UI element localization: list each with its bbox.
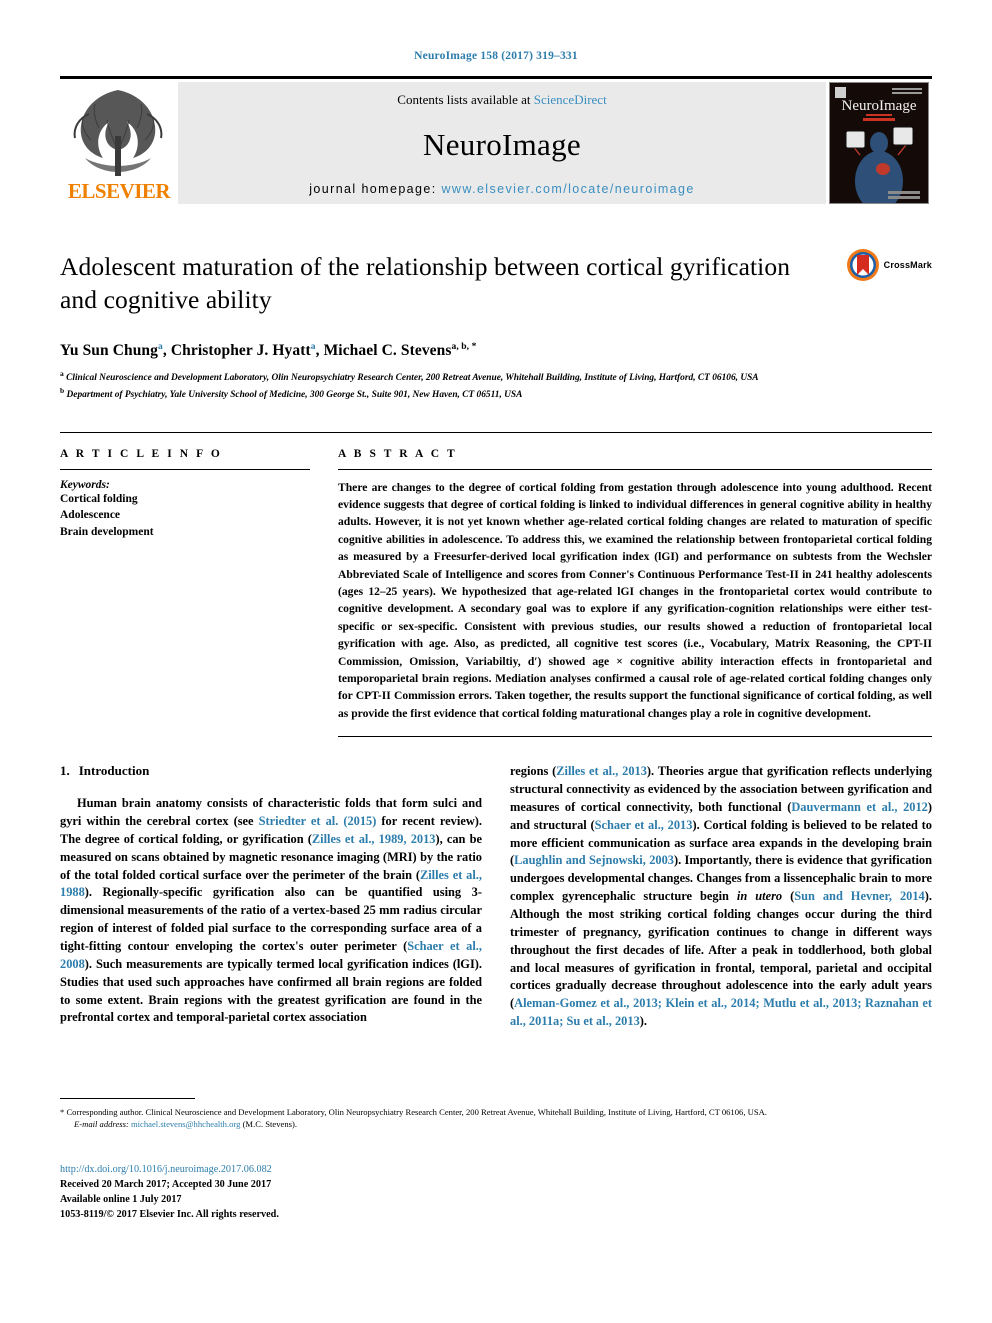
keywords-list: Cortical folding Adolescence Brain develop… [60, 491, 310, 541]
abstract-heading: A B S T R A C T [338, 447, 458, 460]
email-suffix: (M.C. Stevens). [242, 1119, 297, 1130]
contents-prefix: Contents lists available at [397, 92, 534, 107]
page-title: Adolescent maturation of the relationshi… [60, 252, 791, 315]
footnote-rule [60, 1098, 195, 1099]
homepage-url-link[interactable]: www.elsevier.com/locate/neuroimage [441, 182, 694, 196]
citation-link[interactable]: Zilles et al., 1989, 2013 [312, 832, 436, 846]
body-columns: 1. Introduction Human brain anatomy consi… [60, 763, 932, 1031]
journal-masthead: ELSEVIER Contents lists available at Sci… [60, 76, 932, 204]
doi-link[interactable]: http://dx.doi.org/10.1016/j.neuroimage.2… [60, 1162, 279, 1177]
article-info-column: A R T I C L E I N F O Keywords: Cortical… [60, 448, 310, 737]
citation-link[interactable]: Sun and Hevner, 2014 [794, 889, 925, 903]
affiliation-line: b Department of Psychiatry, Yale Univers… [60, 385, 523, 400]
article-page: NeuroImage 158 (2017) 319–331 ELSEVIER C… [0, 0, 992, 1323]
affiliation-list: a Clinical Neuroscience and Development … [60, 369, 932, 401]
contents-available-line: Contents lists available at ScienceDirec… [397, 92, 606, 108]
elsevier-wordmark: ELSEVIER [67, 179, 171, 203]
affiliation-marker: a [60, 369, 64, 379]
info-abstract-row: A R T I C L E I N F O Keywords: Cortical… [60, 431, 932, 738]
author-affiliation-marker: a [158, 342, 163, 353]
affiliation-line: a Clinical Neuroscience and Development … [60, 369, 759, 384]
author-name: Christopher J. Hyatt [170, 342, 311, 360]
copyright-line: 1053-8119/© 2017 Elsevier Inc. All right… [60, 1209, 279, 1221]
italic-phrase: in utero [736, 889, 783, 904]
imprint-block: http://dx.doi.org/10.1016/j.neuroimage.2… [60, 1162, 279, 1222]
body-column-right: regions (Zilles et al., 2013). Theories … [510, 763, 932, 1031]
abstract-column: A B S T R A C T There are changes to the… [338, 447, 932, 738]
author-affiliation-marker: a, b, * [451, 342, 477, 353]
sciencedirect-link[interactable]: ScienceDirect [534, 92, 607, 107]
affiliation-marker: b [60, 385, 65, 395]
article-info-rule [60, 468, 310, 470]
keyword-item: Brain development [60, 525, 154, 538]
crossmark-badge[interactable]: CrossMark [846, 248, 932, 282]
homepage-prefix: journal homepage: [309, 182, 442, 196]
citation-link[interactable]: Zilles et al., 1988 [60, 868, 482, 900]
author-affiliation-marker: a [310, 342, 316, 353]
journal-title: NeuroImage [423, 127, 581, 162]
email-link[interactable]: michael.stevens@hhchealth.org [131, 1119, 240, 1129]
section-number: 1. [60, 763, 70, 779]
citation-link[interactable]: Zilles et al., 2013 [556, 764, 647, 778]
citation-link[interactable]: Laughlin and Sejnowski, 2003 [514, 853, 674, 867]
article-info-heading: A R T I C L E I N F O [60, 447, 223, 460]
elsevier-tree-icon [73, 90, 163, 176]
journal-cover-thumbnail: NeuroImage [829, 82, 929, 204]
author-list: Yu Sun Chunga, Christopher J. Hyatta, Mi… [60, 342, 477, 360]
intro-paragraph-right: regions (Zilles et al., 2013). Theories … [510, 764, 933, 1029]
journal-homepage-line: journal homepage: www.elsevier.com/locat… [309, 182, 695, 196]
corresponding-author-note: * Corresponding author. Clinical Neurosc… [60, 1107, 767, 1117]
citation-link[interactable]: Dauvermann et al., 2012 [791, 800, 928, 814]
journal-cover-column: NeuroImage [826, 82, 932, 204]
citation-link[interactable]: Striedter et al. (2015) [259, 814, 377, 828]
email-label: E-mail address: [74, 1119, 129, 1130]
citation-link[interactable]: Schaer et al., 2013 [595, 818, 693, 832]
abstract-text: There are changes to the degree of corti… [338, 480, 932, 720]
svg-text:NeuroImage: NeuroImage [842, 98, 917, 114]
cover-artwork-icon: NeuroImage [830, 83, 928, 203]
received-accepted-line: Received 20 March 2017; Accepted 30 June… [60, 1179, 272, 1191]
keyword-item: Cortical folding [60, 492, 138, 505]
crossmark-icon [846, 249, 879, 281]
footnote-block: * Corresponding author. Clinical Neurosc… [60, 1098, 932, 1131]
author-name: Michael C. Stevens [323, 342, 452, 360]
section-heading-introduction: 1. Introduction [60, 763, 482, 779]
citation-link[interactable]: Schaer et al., 2008 [60, 939, 482, 971]
publisher-logo: ELSEVIER [60, 82, 178, 204]
citation-link[interactable]: Aleman-Gomez et al., 2013; Klein et al.,… [510, 996, 932, 1028]
body-column-left: 1. Introduction Human brain anatomy consi… [60, 763, 482, 1031]
section-title: Introduction [78, 763, 150, 779]
keyword-item: Adolescence [60, 509, 121, 522]
running-head: NeuroImage 158 (2017) 319–331 [414, 50, 578, 62]
crossmark-label: CrossMark [883, 260, 932, 270]
intro-paragraph-left: Human brain anatomy consists of characte… [60, 796, 482, 1025]
keywords-label: Keywords: [60, 478, 110, 491]
email-note: E-mail address: michael.stevens@hhchealt… [60, 1118, 932, 1130]
available-online-line: Available online 1 July 2017 [60, 1194, 182, 1206]
abstract-rule [338, 468, 932, 470]
masthead-center: Contents lists available at ScienceDirec… [178, 82, 826, 204]
abstract-bottom-rule [338, 736, 932, 738]
author-name: Yu Sun Chung [60, 342, 159, 360]
title-block: CrossMark Adolescent maturation of the r… [60, 248, 932, 402]
